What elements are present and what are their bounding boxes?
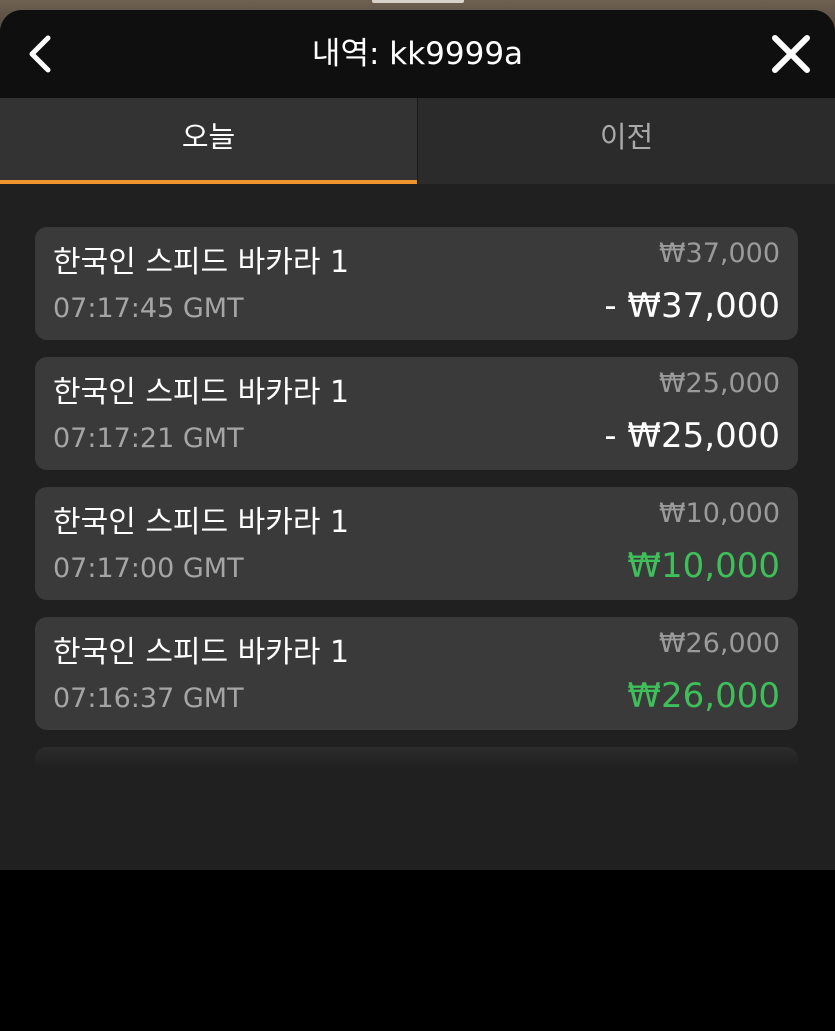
sheet-handle <box>372 0 464 3</box>
game-name: 한국인 스피드 바카라 1 <box>53 375 350 410</box>
history-item[interactable]: 한국인 스피드 바카라 1 07:16:37 GMT ₩26,000 ₩26,0… <box>35 617 798 730</box>
page-title: 내역: kk9999a <box>311 36 524 72</box>
modal-header: 내역: kk9999a <box>0 10 835 98</box>
history-item[interactable]: 한국인 스피드 바카라 1 07:17:45 GMT ₩37,000 - ₩37… <box>35 227 798 340</box>
game-name: 한국인 스피드 바카라 1 <box>53 635 350 670</box>
tab-bar: 오늘 이전 <box>0 98 835 184</box>
screen: 내역: kk9999a 오늘 이전 한국인 스피드 바카라 1 07:17:45… <box>0 0 835 1031</box>
tab-today[interactable]: 오늘 <box>0 98 417 184</box>
history-item[interactable]: 한국인 스피드 바카라 1 07:17:00 GMT ₩10,000 ₩10,0… <box>35 487 798 600</box>
close-button[interactable] <box>769 32 813 76</box>
bet-amount: ₩26,000 <box>658 628 780 659</box>
history-item[interactable]: 한국인 스피드 바카라 1 07:17:21 GMT ₩25,000 - ₩25… <box>35 357 798 470</box>
tab-previous[interactable]: 이전 <box>417 98 835 184</box>
game-name: 한국인 스피드 바카라 1 <box>53 505 350 540</box>
bet-amount: ₩37,000 <box>658 238 780 269</box>
bet-time: 07:16:37 GMT <box>53 683 244 714</box>
game-name: 한국인 스피드 바카라 1 <box>53 245 350 280</box>
bet-time: 07:17:21 GMT <box>53 423 244 454</box>
result-amount: ₩26,000 <box>627 676 780 716</box>
bet-time: 07:17:00 GMT <box>53 553 244 584</box>
history-item-partial[interactable] <box>35 747 798 765</box>
result-amount: - ₩25,000 <box>604 416 780 456</box>
bet-time: 07:17:45 GMT <box>53 293 244 324</box>
bet-amount: ₩25,000 <box>658 368 780 399</box>
history-list: 한국인 스피드 바카라 1 07:17:45 GMT ₩37,000 - ₩37… <box>35 227 798 765</box>
close-icon <box>769 32 813 76</box>
bet-amount: ₩10,000 <box>658 498 780 529</box>
chevron-left-icon <box>22 30 62 78</box>
back-button[interactable] <box>22 30 62 78</box>
result-amount: ₩10,000 <box>627 546 780 586</box>
result-amount: - ₩37,000 <box>604 286 780 326</box>
